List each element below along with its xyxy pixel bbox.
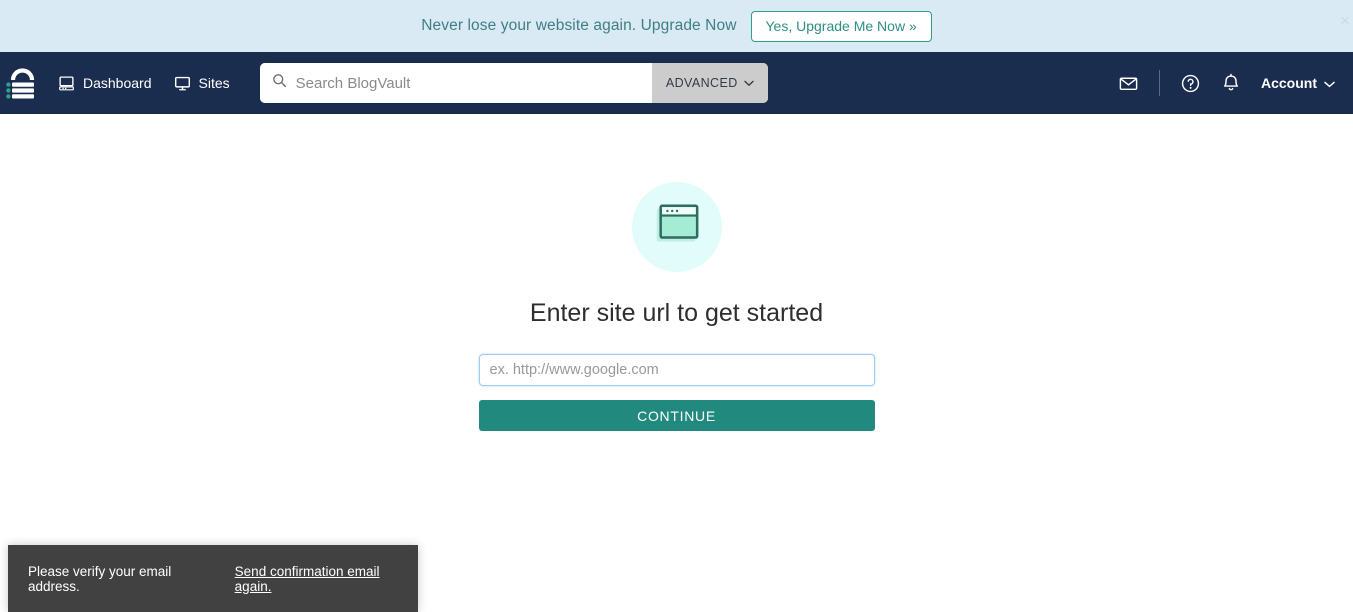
envelope-icon[interactable] xyxy=(1118,73,1139,94)
nav-item-sites[interactable]: Sites xyxy=(174,75,230,92)
question-circle-icon[interactable] xyxy=(1180,73,1201,94)
main-content: Enter site url to get started CONTINUE xyxy=(0,114,1353,612)
blogvault-logo[interactable] xyxy=(0,65,46,101)
top-navigation-bar: Dashboard Sites ADVANCED xyxy=(0,52,1353,114)
hero-illustration xyxy=(631,182,722,272)
nav-item-dashboard[interactable]: Dashboard xyxy=(58,75,152,92)
upgrade-now-button[interactable]: Yes, Upgrade Me Now » xyxy=(750,10,932,42)
toast-message: Please verify your email address. xyxy=(28,563,172,594)
chevron-down-icon xyxy=(1324,75,1335,91)
page-title: Enter site url to get started xyxy=(529,299,824,327)
continue-button[interactable]: CONTINUE xyxy=(478,400,875,431)
promo-text: Never lose your website again. Upgrade N… xyxy=(421,17,737,34)
bell-icon[interactable] xyxy=(1221,73,1241,94)
advanced-search-dropdown[interactable]: ADVANCED xyxy=(651,63,768,103)
search-field[interactable] xyxy=(259,63,652,103)
advanced-label: ADVANCED xyxy=(665,76,738,90)
email-verification-toast: Please verify your email address. Send c… xyxy=(8,545,418,612)
search-input[interactable] xyxy=(295,74,640,92)
desktop-computer-icon xyxy=(58,75,75,92)
navbar-right-actions: Account xyxy=(1118,70,1339,96)
nav-item-sites-label: Sites xyxy=(198,75,230,91)
promo-banner: Never lose your website again. Upgrade N… xyxy=(0,0,1353,52)
divider xyxy=(1159,70,1160,96)
nav-links: Dashboard Sites xyxy=(58,75,230,92)
monitor-icon xyxy=(174,75,191,92)
account-menu[interactable]: Account xyxy=(1261,75,1335,91)
browser-window-icon xyxy=(652,201,702,254)
resend-confirmation-link[interactable]: Send confirmation email again. xyxy=(235,564,418,594)
search-bar: ADVANCED xyxy=(259,63,768,103)
close-icon[interactable]: × xyxy=(1340,12,1350,29)
account-label: Account xyxy=(1261,75,1317,91)
nav-item-dashboard-label: Dashboard xyxy=(83,75,152,91)
site-url-input[interactable] xyxy=(478,354,875,386)
search-icon xyxy=(272,73,287,93)
chevron-down-icon xyxy=(743,76,754,90)
